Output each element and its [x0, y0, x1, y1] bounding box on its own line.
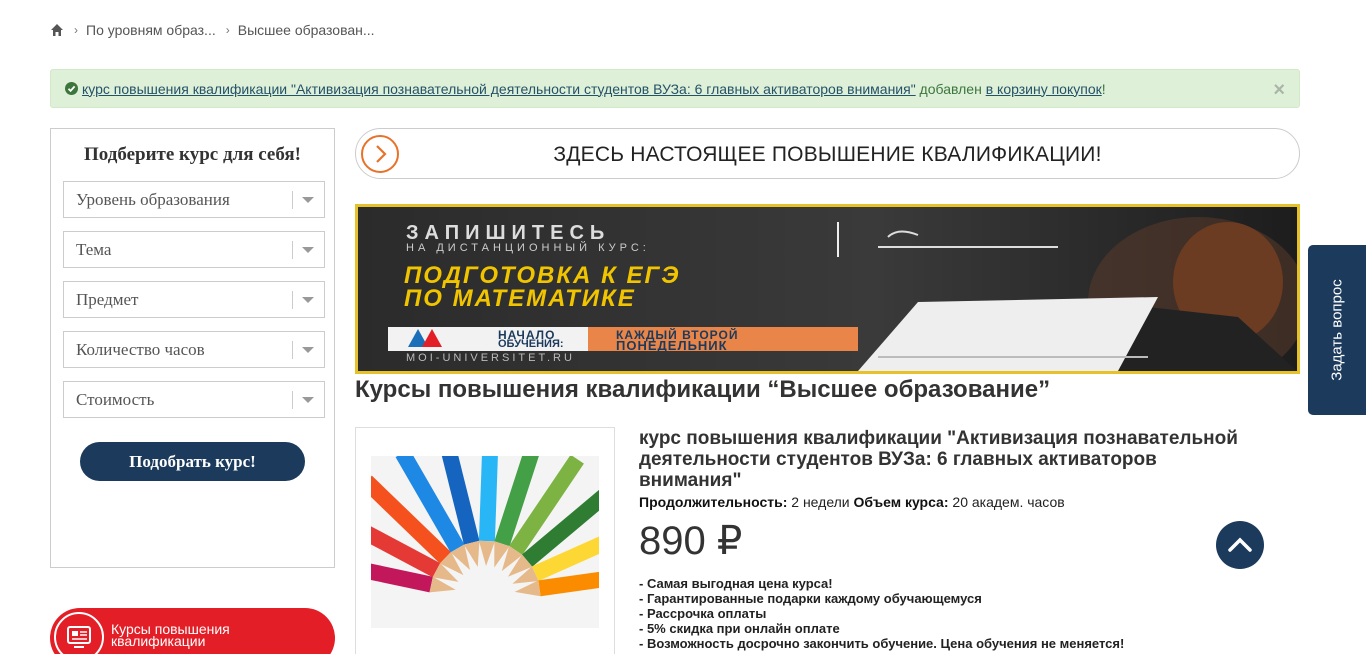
filter-cost[interactable]: Стоимость — [63, 381, 325, 418]
page-title: Курсы повышения квалификации “Высшее обр… — [355, 376, 1051, 403]
chevron-down-icon — [302, 347, 314, 353]
course-price: 890 ₽ — [639, 519, 743, 563]
volume-label: Объем курса: — [853, 494, 949, 510]
ad-title2: ПО МАТЕМАТИКЕ — [404, 285, 636, 312]
chevron-right-icon: › — [225, 23, 230, 37]
filter-hours[interactable]: Количество часов — [63, 331, 325, 368]
filter-subject[interactable]: Предмет — [63, 281, 325, 318]
success-alert: курс повышения квалификации "Активизация… — [50, 69, 1300, 108]
benefit-item: - Рассрочка оплаты — [639, 606, 767, 621]
benefit-item: - Самая выгодная цена курса! — [639, 576, 833, 591]
chevron-down-icon — [302, 297, 314, 303]
filter-label: Тема — [76, 239, 112, 259]
ege-math-ad-banner[interactable]: ЗАПИШИТЕСЬ НА ДИСТАНЦИОННЫЙ КУРС: ПОДГОТ… — [355, 204, 1300, 374]
benefit-item: - Возможность досрочно закончить обучени… — [639, 636, 1125, 651]
benefit-item: - Гарантированные подарки каждому обучаю… — [639, 591, 982, 606]
filter-label: Стоимость — [76, 389, 155, 409]
benefit-item: - 5% скидка при онлайн оплате — [639, 621, 840, 636]
filter-topic[interactable]: Тема — [63, 231, 325, 268]
courses-pill-label: Курсы повышения квалификации — [111, 621, 230, 649]
alert-cart-link[interactable]: в корзину покупок — [986, 81, 1102, 97]
course-meta: Продолжительность: 2 недели Объем курса:… — [639, 494, 1065, 510]
ad-when2: ПОНЕДЕЛЬНИК — [616, 338, 728, 353]
chevron-down-icon — [302, 197, 314, 203]
slogan-banner: ЗДЕСЬ НАСТОЯЩЕЕ ПОВЫШЕНИЕ КВАЛИФИКАЦИИ! — [355, 128, 1300, 179]
chevron-down-icon — [302, 397, 314, 403]
scroll-top-button[interactable] — [1216, 521, 1264, 569]
chevron-down-icon — [302, 247, 314, 253]
ad-start2: ОБУЧЕНИЯ: — [498, 338, 564, 350]
course-thumbnail[interactable] — [355, 427, 615, 654]
breadcrumb-item-levels[interactable]: По уровням образ... — [86, 22, 216, 38]
home-icon[interactable] — [50, 23, 64, 37]
filter-label: Уровень образования — [76, 189, 230, 209]
colored-pencils-image — [371, 456, 599, 628]
check-circle-icon — [65, 82, 78, 95]
course-benefits: - Самая выгодная цена курса! - Гарантиро… — [639, 576, 1124, 651]
volume-value: 20 академ. часов — [948, 494, 1065, 510]
chevron-right-icon: › — [74, 23, 78, 37]
pick-course-button[interactable]: Подобрать курс! — [80, 442, 305, 481]
breadcrumb-item-higher-education[interactable]: Высшее образован... — [238, 22, 375, 38]
alert-added-text: добавлен — [915, 80, 986, 97]
course-title[interactable]: курс повышения квалификации "Активизация… — [639, 428, 1259, 491]
filter-title: Подберите курс для себя! — [83, 144, 301, 165]
course-filter-panel: Подберите курс для себя! Уровень образов… — [50, 128, 335, 568]
filter-label: Количество часов — [76, 339, 205, 359]
ad-site: MOI-UNIVERSITET.RU — [406, 352, 575, 364]
ad-line2: НА ДИСТАНЦИОННЫЙ КУРС: — [406, 242, 650, 254]
ask-question-tab[interactable]: Задать вопрос — [1308, 245, 1366, 415]
ad-image: ЗАПИШИТЕСЬ НА ДИСТАНЦИОННЫЙ КУРС: ПОДГОТ… — [358, 207, 1297, 371]
close-icon[interactable]: × — [1273, 79, 1285, 102]
ask-question-label: Задать вопрос — [1328, 279, 1346, 381]
courses-category-button[interactable]: Курсы повышения квалификации — [50, 608, 335, 654]
chevron-up-icon — [1228, 537, 1252, 552]
filter-education-level[interactable]: Уровень образования — [63, 181, 325, 218]
filter-label: Предмет — [76, 289, 139, 309]
slogan-text: ЗДЕСЬ НАСТОЯЩЕЕ ПОВЫШЕНИЕ КВАЛИФИКАЦИИ! — [553, 143, 1102, 166]
alert-tail: ! — [1101, 80, 1106, 97]
alert-course-link[interactable]: курс повышения квалификации "Активизация… — [82, 81, 916, 97]
duration-label: Продолжительность: — [639, 494, 788, 510]
duration-value: 2 недели — [787, 494, 854, 510]
presentation-icon — [54, 612, 104, 654]
breadcrumb: › По уровням образ... › Высшее образован… — [50, 20, 375, 40]
